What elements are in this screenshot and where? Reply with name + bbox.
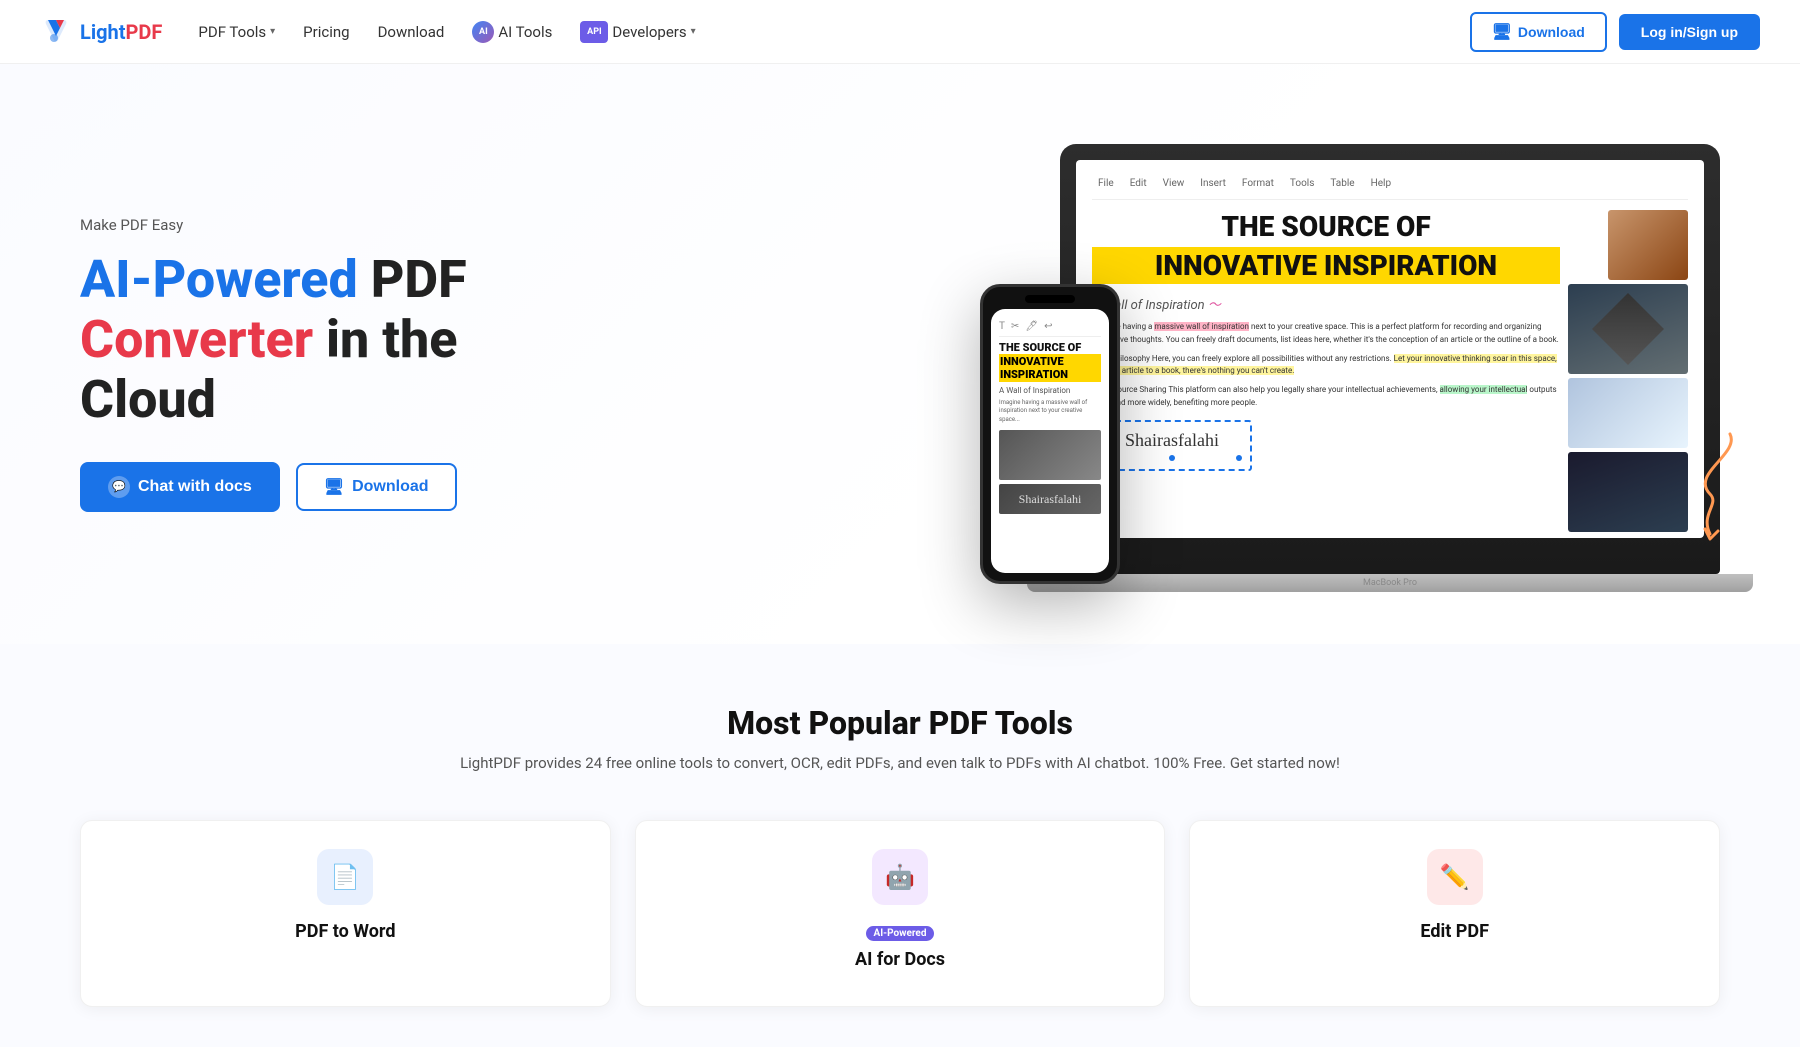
phone-pdf-text: Imagine having a massive wall of inspira… — [999, 399, 1101, 424]
hero-buttons: 💬 Chat with docs 🖥 Download — [80, 462, 600, 512]
navbar: LightPDF PDF Tools ▾ Pricing Download AI… — [0, 0, 1800, 64]
pdf-highlight-title: INNOVATIVE INSPIRATION — [1092, 247, 1560, 284]
phone-image — [999, 430, 1101, 480]
chevron-down-icon: ▾ — [270, 26, 275, 37]
tools-section-subtitle: LightPDF provides 24 free online tools t… — [80, 754, 1720, 772]
ai-docs-icon: 🤖 — [872, 849, 928, 905]
tool-card-pdf-to-word[interactable]: 📄 PDF to Word — [80, 820, 611, 1007]
hero-section: Make PDF Easy AI-Powered PDF Converter i… — [0, 64, 1800, 644]
logo[interactable]: LightPDF — [40, 16, 162, 48]
pdf-wall-subtitle: A Wall of Inspiration 〜 — [1092, 294, 1560, 313]
nav-download-button[interactable]: 🖥 Download — [1470, 12, 1607, 52]
pdf-text-1: Imagine having a massive wall of inspira… — [1092, 321, 1560, 347]
laptop-body: FileEdit ViewInsert FormatTools TableHel… — [1060, 144, 1720, 574]
hero-title-pdf: PDF — [358, 249, 467, 310]
nav-links: PDF Tools ▾ Pricing Download AI AI Tools… — [198, 21, 695, 43]
api-badge: API — [580, 21, 608, 43]
edit-pdf-title: Edit PDF — [1210, 921, 1699, 942]
logo-text: LightPDF — [80, 20, 162, 44]
nav-pdf-tools[interactable]: PDF Tools ▾ — [198, 23, 275, 41]
pdf-text-3: Open Source Sharing This platform can al… — [1092, 384, 1560, 410]
phone-pdf-title: THE SOURCE OF — [999, 341, 1101, 354]
phone-signature: Shairasfalahi — [1019, 492, 1082, 507]
hero-tagline: Make PDF Easy — [80, 216, 600, 234]
pdf-toolbar: FileEdit ViewInsert FormatTools TableHel… — [1092, 176, 1688, 200]
chevron-down-icon-2: ▾ — [691, 26, 696, 37]
phone-pdf-subtitle: A Wall of Inspiration — [999, 386, 1101, 395]
tools-section-title: Most Popular PDF Tools — [80, 704, 1720, 742]
tools-grid: 📄 PDF to Word 🤖 AI-Powered AI for Docs ✏… — [80, 820, 1720, 1007]
ai-powered-badge: AI-Powered — [866, 926, 935, 941]
laptop-illustration: FileEdit ViewInsert FormatTools TableHel… — [1060, 144, 1720, 574]
pdf-text-2: Core Philosophy Here, you can freely exp… — [1092, 353, 1560, 379]
laptop-base: MacBook Pro — [1027, 574, 1753, 592]
pdf-main-title: THE SOURCE OF — [1092, 210, 1560, 243]
phone-screen: T ✂ 🖊 ↩ THE SOURCE OF INNOVATIVEINSPIRAT… — [991, 309, 1109, 573]
logo-icon — [40, 16, 72, 48]
login-signup-button[interactable]: Log in/Sign up — [1619, 14, 1760, 50]
phone-notch — [1025, 295, 1075, 303]
hero-left: Make PDF Easy AI-Powered PDF Converter i… — [80, 216, 600, 511]
monitor-icon: 🖥 — [1492, 22, 1512, 42]
tool-card-ai-docs[interactable]: 🤖 AI-Powered AI for Docs — [635, 820, 1166, 1007]
nav-pricing[interactable]: Pricing — [303, 23, 349, 41]
hero-title-ai-powered: AI-Powered — [80, 249, 358, 310]
nav-right: 🖥 Download Log in/Sign up — [1470, 12, 1760, 52]
laptop-screen: FileEdit ViewInsert FormatTools TableHel… — [1076, 160, 1704, 538]
chat-icon: 💬 — [108, 476, 130, 498]
phone-toolbar: T ✂ 🖊 ↩ — [999, 317, 1101, 337]
hero-illustration: FileEdit ViewInsert FormatTools TableHel… — [1000, 124, 1720, 604]
phone-illustration: T ✂ 🖊 ↩ THE SOURCE OF INNOVATIVEINSPIRAT… — [980, 284, 1120, 584]
nav-developers[interactable]: API Developers ▾ — [580, 21, 695, 43]
tool-card-edit-pdf[interactable]: ✏️ Edit PDF — [1189, 820, 1720, 1007]
nav-left: LightPDF PDF Tools ▾ Pricing Download AI… — [40, 16, 696, 48]
hero-title: AI-Powered PDF Converter in the Cloud — [80, 250, 600, 429]
nav-download[interactable]: Download — [378, 23, 445, 41]
pdf-to-word-title: PDF to Word — [101, 921, 590, 942]
ai-badge: AI — [472, 21, 494, 43]
phone-pdf-highlight: INNOVATIVEINSPIRATION — [999, 354, 1101, 382]
download-icon: 🖥 — [324, 477, 344, 497]
edit-pdf-icon: ✏️ — [1427, 849, 1483, 905]
hero-title-converter: Converter — [80, 309, 313, 370]
phone-content: T ✂ 🖊 ↩ THE SOURCE OF INNOVATIVEINSPIRAT… — [991, 309, 1109, 522]
pdf-to-word-icon: 📄 — [317, 849, 373, 905]
nav-ai-tools[interactable]: AI AI Tools — [472, 21, 552, 43]
tools-section: Most Popular PDF Tools LightPDF provides… — [0, 644, 1800, 1047]
hero-download-button[interactable]: 🖥 Download — [296, 463, 457, 511]
macbook-label: MacBook Pro — [1363, 578, 1417, 588]
pdf-signature: Shairasfalahi — [1125, 430, 1219, 450]
chat-with-docs-button[interactable]: 💬 Chat with docs — [80, 462, 280, 512]
ai-docs-title: AI for Docs — [656, 949, 1145, 970]
